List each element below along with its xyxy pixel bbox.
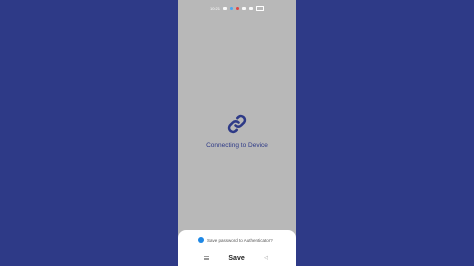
- status-time: 10:21: [209, 5, 220, 11]
- app-notification-icon: [236, 6, 239, 10]
- signal-icon: [223, 6, 227, 10]
- sheet-actions: Save ◁: [178, 252, 296, 264]
- battery-icon: [256, 5, 264, 11]
- status-bar: 10:21: [178, 4, 296, 12]
- connecting-text: Connecting to Device: [206, 142, 268, 149]
- key-icon: [198, 237, 204, 243]
- back-icon[interactable]: ◁: [264, 255, 268, 261]
- notification-icon: [230, 6, 233, 10]
- menu-icon[interactable]: [204, 256, 209, 260]
- cellular-icon: [249, 6, 253, 10]
- link-icon: [227, 114, 247, 134]
- save-button[interactable]: Save: [228, 255, 244, 262]
- save-prompt-text: Save password to Authenticator?: [207, 237, 273, 243]
- save-password-sheet: Save password to Authenticator? Save ◁: [178, 230, 296, 266]
- save-prompt: Save password to Authenticator?: [198, 237, 273, 243]
- phone-screen: 10:21 Connecting to Device Save password…: [178, 0, 296, 266]
- connecting-panel: Connecting to Device: [178, 112, 296, 149]
- wifi-icon: [242, 6, 246, 10]
